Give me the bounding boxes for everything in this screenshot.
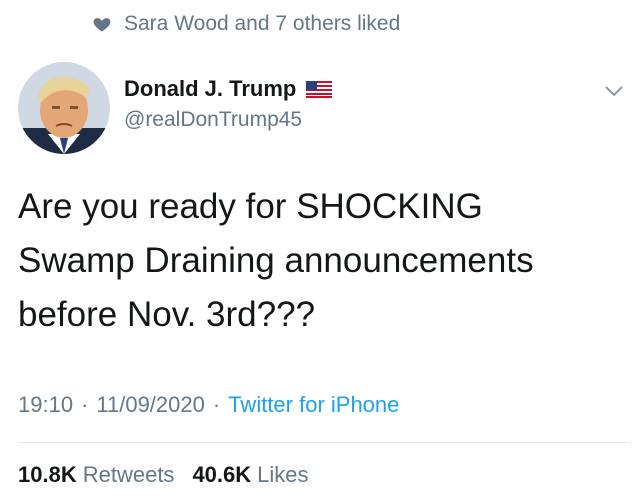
- likes-stat[interactable]: 40.6K Likes: [192, 462, 308, 488]
- tweet-meta: 19:10 · 11/09/2020 · Twitter for iPhone: [18, 392, 399, 418]
- tweet-header: Donald J. Trump @realDonTrump45: [18, 62, 333, 154]
- us-flag-icon: [306, 80, 333, 98]
- retweets-stat[interactable]: 10.8K Retweets: [18, 462, 174, 488]
- likes-label: Likes: [257, 462, 309, 487]
- tweet-line: before Nov. 3rd???: [18, 295, 316, 334]
- divider: [18, 442, 630, 443]
- tweet-line: Are you ready for SHOCKING: [18, 187, 483, 226]
- tweet-text: Are you ready for SHOCKING Swamp Drainin…: [18, 180, 618, 342]
- avatar[interactable]: [18, 62, 110, 154]
- display-name[interactable]: Donald J. Trump: [124, 76, 296, 102]
- separator: ·: [212, 392, 221, 417]
- retweets-count: 10.8K: [18, 462, 77, 487]
- retweets-label: Retweets: [82, 462, 175, 487]
- likes-count: 40.6K: [192, 462, 252, 487]
- chevron-down-icon[interactable]: [604, 84, 624, 98]
- tweet-time: 19:10: [18, 392, 74, 417]
- social-context-text: Sara Wood and 7 others liked: [124, 12, 401, 35]
- user-handle[interactable]: @realDonTrump45: [124, 108, 332, 132]
- tweet-stats: 10.8K Retweets 40.6K Likes: [18, 462, 309, 488]
- social-context[interactable]: Sara Wood and 7 others liked: [92, 12, 400, 36]
- tweet-source-link[interactable]: Twitter for iPhone: [228, 392, 399, 418]
- heart-icon: [93, 18, 111, 32]
- separator: ·: [81, 392, 89, 417]
- tweet-line: Swamp Draining announcements: [18, 241, 534, 280]
- tweet-date: 11/09/2020: [96, 392, 205, 417]
